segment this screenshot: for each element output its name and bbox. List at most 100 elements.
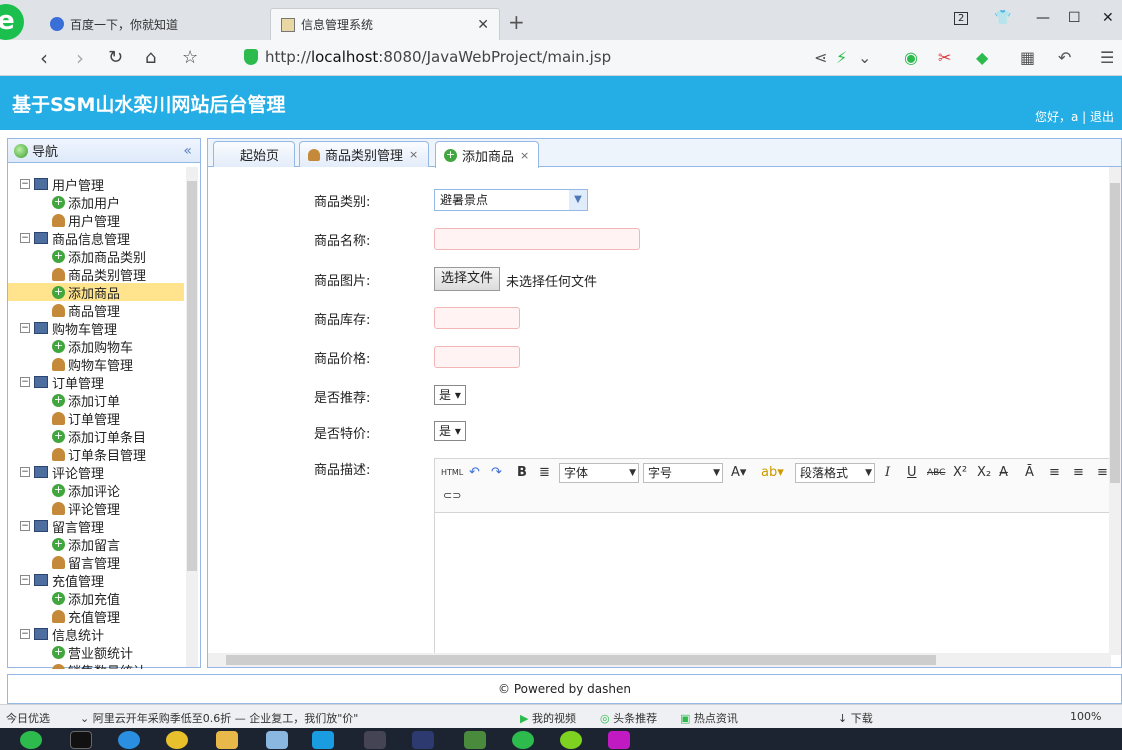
tree-toggle-icon[interactable]: − — [20, 179, 30, 189]
apps-grid-icon[interactable]: ▦ — [1020, 48, 1035, 67]
link-icon[interactable]: ⊂⊃ — [443, 489, 461, 502]
browser-tab-baidu[interactable]: 百度一下，你就知道 — [40, 8, 268, 40]
nav-item[interactable]: 商品管理 — [8, 301, 184, 320]
zoom-level[interactable]: 100% — [1070, 710, 1101, 723]
nav-group[interactable]: − 评论管理 — [8, 463, 184, 482]
maximize-icon[interactable]: ☐ — [1068, 10, 1081, 26]
browser-taskbar-icon[interactable] — [312, 731, 334, 749]
subscript-icon[interactable]: X₂ — [977, 465, 991, 480]
content-scrollbar-horizontal[interactable] — [208, 653, 1111, 667]
close-tab-icon[interactable]: × — [409, 148, 418, 161]
folder-icon[interactable] — [216, 731, 238, 749]
menu-icon[interactable]: ☰ — [1100, 48, 1114, 67]
nav-item[interactable]: + 添加用户 — [8, 193, 184, 212]
nav-item[interactable]: 商品类别管理 — [8, 265, 184, 284]
nav-group[interactable]: − 充值管理 — [8, 571, 184, 590]
format-brush-icon[interactable]: ≣ — [539, 465, 550, 480]
tree-toggle-icon[interactable]: − — [20, 629, 30, 639]
qq-icon[interactable] — [118, 731, 140, 749]
scissors-icon[interactable]: ✂ — [938, 48, 951, 67]
nav-item[interactable]: 留言管理 — [8, 553, 184, 572]
nav-item[interactable]: + 添加充值 — [8, 589, 184, 608]
tree-toggle-icon[interactable]: − — [20, 233, 30, 243]
notes-icon[interactable] — [266, 731, 288, 749]
tree-toggle-icon[interactable]: − — [20, 467, 30, 477]
category-select[interactable]: 避暑景点 ▼ — [434, 189, 588, 211]
nav-group[interactable]: − 购物车管理 — [8, 319, 184, 338]
nav-group[interactable]: − 商品信息管理 — [8, 229, 184, 248]
clear-format-icon[interactable]: A̶ — [999, 465, 1008, 480]
nav-item[interactable]: 用户管理 — [8, 211, 184, 230]
font-size-select[interactable]: 字号 ▼ — [643, 463, 723, 483]
lightning-icon[interactable]: ⚡ — [836, 48, 847, 67]
collapse-icon[interactable]: « — [183, 143, 192, 159]
start-icon[interactable] — [20, 731, 42, 749]
reload-icon[interactable]: ↻ — [108, 47, 123, 68]
nav-item[interactable]: + 添加商品 — [8, 283, 184, 302]
back-icon[interactable]: ‹ — [40, 46, 48, 70]
forward-icon[interactable]: › — [76, 46, 84, 70]
wechat-taskbar-icon[interactable] — [512, 731, 534, 749]
close-tab-icon[interactable]: × — [520, 149, 529, 162]
nav-item[interactable]: + 添加购物车 — [8, 337, 184, 356]
choose-file-button[interactable]: 选择文件 — [434, 267, 501, 291]
browser-tab-info-system[interactable]: 信息管理系统 ✕ — [270, 8, 500, 40]
italic-format-icon[interactable]: I — [885, 465, 890, 480]
align-right-icon[interactable]: ≡ — [1097, 465, 1108, 480]
tree-toggle-icon[interactable]: − — [20, 377, 30, 387]
html-source-button[interactable]: HTML — [441, 468, 463, 477]
paragraph-format-select[interactable]: 段落格式 ▼ — [795, 463, 875, 483]
format-match-icon[interactable]: Ā — [1025, 465, 1034, 480]
tab-start-page[interactable]: 起始页 — [213, 141, 295, 167]
nav-item[interactable]: + 添加订单 — [8, 391, 184, 410]
stock-input[interactable] — [434, 307, 520, 329]
logout-link[interactable]: 退出 — [1090, 110, 1114, 124]
align-center-icon[interactable]: ≡ — [1073, 465, 1084, 480]
tab-category-manage[interactable]: 商品类别管理 × — [299, 141, 429, 167]
terminal-icon[interactable] — [70, 731, 92, 749]
news-ticker[interactable]: ⌄ 阿里云开年采购季低至0.6折 — 企业复工，我们放"价" — [80, 710, 358, 726]
nav-item[interactable]: 购物车管理 — [8, 355, 184, 374]
nav-item[interactable]: + 营业额统计 — [8, 643, 184, 662]
undo-icon[interactable]: ↶ — [1058, 48, 1071, 67]
new-tab-icon[interactable]: + — [508, 10, 525, 34]
nav-item[interactable]: 订单条目管理 — [8, 445, 184, 464]
align-left-icon[interactable]: ≡ — [1049, 465, 1060, 480]
nav-item[interactable]: 订单管理 — [8, 409, 184, 428]
font-family-select[interactable]: 字体 ▼ — [559, 463, 639, 483]
recommend-select[interactable]: 是 ▾ — [434, 385, 466, 405]
coupon-icon[interactable]: ◆ — [976, 48, 988, 67]
app-icon[interactable] — [166, 731, 188, 749]
nav-item[interactable]: 充值管理 — [8, 607, 184, 626]
bold-format-icon[interactable]: B — [517, 465, 527, 480]
nav-scrollbar[interactable] — [186, 167, 198, 667]
nav-group[interactable]: − 留言管理 — [8, 517, 184, 536]
strikethrough-icon[interactable]: ABC — [927, 468, 945, 478]
nav-group[interactable]: − 信息统计 — [8, 625, 184, 644]
tree-toggle-icon[interactable]: − — [20, 521, 30, 531]
content-scrollbar-vertical[interactable] — [1109, 167, 1121, 655]
url-input[interactable]: http://localhost:8080/JavaWebProject/mai… — [265, 48, 611, 66]
paint-icon[interactable] — [464, 731, 486, 749]
nav-item[interactable]: + 添加订单条目 — [8, 427, 184, 446]
favorite-star-icon[interactable]: ☆ — [182, 47, 198, 68]
tab-count-badge[interactable]: 2 — [954, 12, 969, 25]
home-icon[interactable]: ⌂ — [145, 47, 156, 68]
name-input[interactable] — [434, 228, 640, 250]
purple-app-icon[interactable] — [608, 731, 630, 749]
share-icon[interactable]: ⋖ — [814, 48, 827, 67]
nav-item[interactable]: 评论管理 — [8, 499, 184, 518]
nav-item[interactable]: + 添加商品类别 — [8, 247, 184, 266]
close-window-icon[interactable]: ✕ — [1102, 10, 1114, 26]
media-icon[interactable] — [364, 731, 386, 749]
wechat-icon[interactable]: ◉ — [904, 48, 918, 67]
green-app-icon[interactable] — [560, 731, 582, 749]
skin-icon[interactable]: 👕 — [994, 10, 1011, 26]
tree-toggle-icon[interactable]: − — [20, 323, 30, 333]
my-video-link[interactable]: ▶ 我的视频 — [520, 710, 576, 726]
minimize-icon[interactable]: — — [1036, 10, 1050, 26]
tab-add-product[interactable]: + 添加商品 × — [435, 141, 539, 168]
special-select[interactable]: 是 ▾ — [434, 421, 466, 441]
chevron-down-icon[interactable]: ⌄ — [858, 48, 871, 67]
nav-item[interactable]: 销售数量统计 — [8, 661, 184, 669]
